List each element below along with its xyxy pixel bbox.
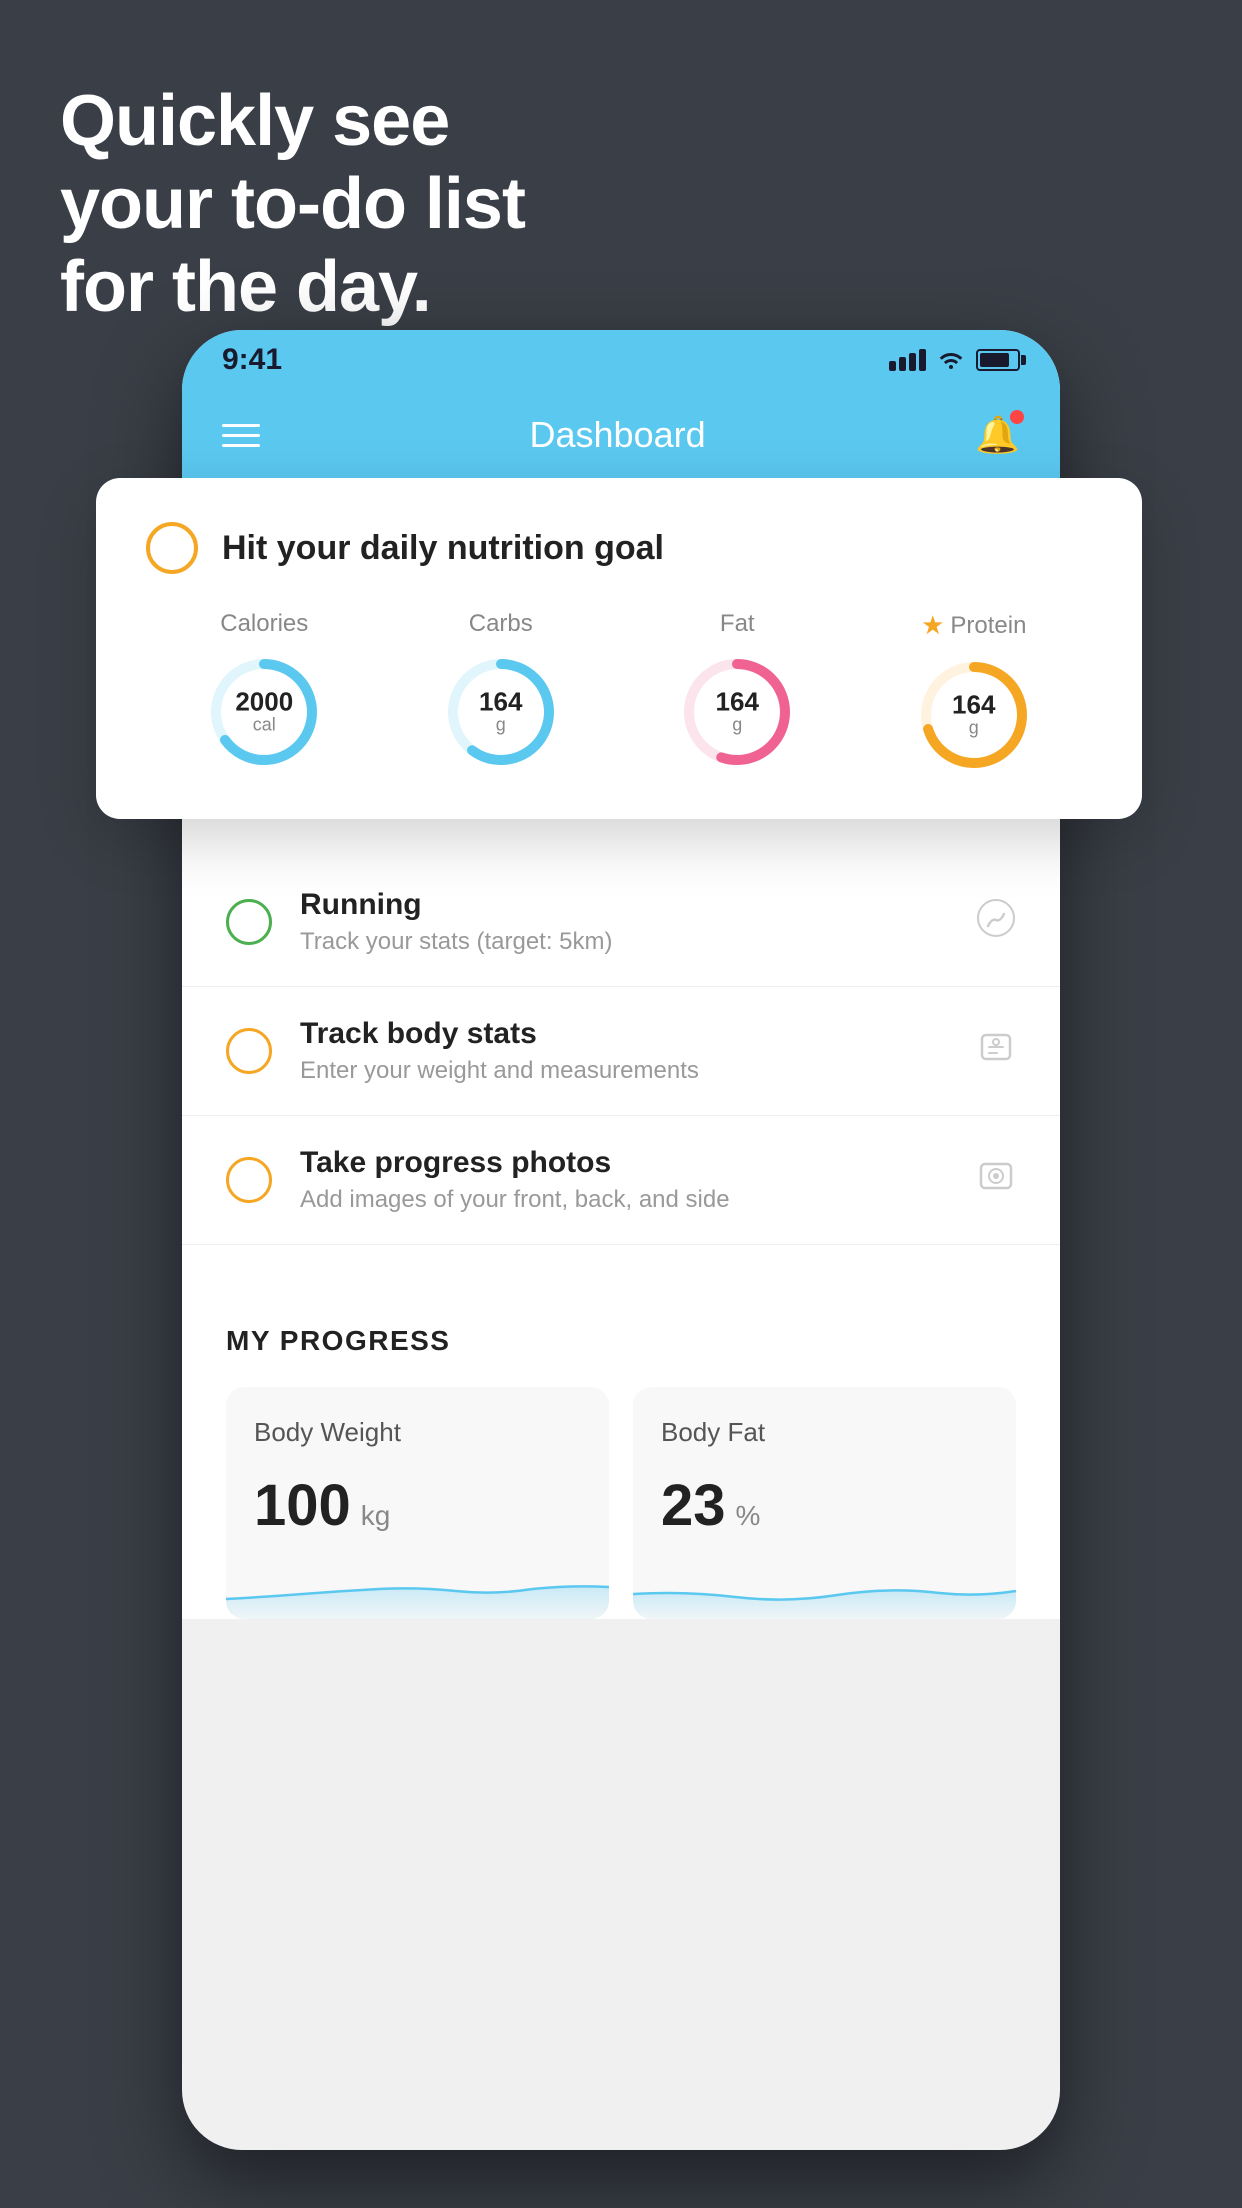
protein-label-row: ★ Protein — [921, 610, 1026, 641]
todo-title-running: Running — [300, 888, 976, 922]
body-weight-number: 100 — [254, 1472, 351, 1539]
calories-label: Calories — [220, 610, 308, 638]
calories-value-center: 2000 cal — [235, 689, 293, 736]
hamburger-menu[interactable] — [222, 424, 260, 447]
my-progress-section: MY PROGRESS Body Weight 100 kg — [182, 1285, 1060, 1619]
body-weight-value-row: 100 kg — [254, 1472, 581, 1539]
protein-value-center: 164 g — [952, 692, 995, 739]
protein-donut: 164 g — [914, 655, 1034, 775]
body-weight-card[interactable]: Body Weight 100 kg — [226, 1387, 609, 1619]
nutrition-row: Calories 2000 cal Carbs — [146, 610, 1092, 775]
todo-title-photos: Take progress photos — [300, 1146, 976, 1180]
carbs-value-center: 164 g — [479, 689, 522, 736]
todo-text-running: Running Track your stats (target: 5km) — [300, 888, 976, 956]
todo-text-body-stats: Track body stats Enter your weight and m… — [300, 1017, 976, 1085]
todo-check-body-stats — [226, 1028, 272, 1074]
status-bar: 9:41 — [182, 330, 1060, 390]
headline-line1: Quickly see — [60, 81, 449, 161]
carbs-label: Carbs — [469, 610, 533, 638]
todo-subtitle-photos: Add images of your front, back, and side — [300, 1186, 976, 1214]
headline-line2: your to-do list — [60, 164, 525, 244]
notification-bell[interactable]: 🔔 — [975, 414, 1020, 456]
app-headline: Quickly see your to-do list for the day. — [60, 80, 525, 328]
fat-donut: 164 g — [677, 652, 797, 772]
todo-check-photos — [226, 1157, 272, 1203]
body-fat-unit: % — [736, 1500, 761, 1532]
nav-bar: Dashboard 🔔 — [182, 390, 1060, 480]
nutrition-card-title: Hit your daily nutrition goal — [222, 529, 664, 568]
nutrition-card-header: Hit your daily nutrition goal — [146, 522, 1092, 574]
status-icons — [889, 345, 1020, 376]
body-fat-value-row: 23 % — [661, 1472, 988, 1539]
todo-check-running — [226, 899, 272, 945]
protein-item: ★ Protein 164 g — [914, 610, 1034, 775]
headline-line3: for the day. — [60, 247, 431, 327]
protein-label: Protein — [950, 612, 1026, 640]
photo-icon — [976, 1156, 1016, 1205]
wifi-icon — [936, 345, 966, 376]
todo-list: Running Track your stats (target: 5km) T… — [182, 858, 1060, 1245]
body-fat-sparkline — [633, 1559, 1016, 1619]
body-weight-label: Body Weight — [254, 1417, 581, 1448]
body-weight-sparkline — [226, 1559, 609, 1619]
calories-item: Calories 2000 cal — [204, 610, 324, 772]
status-time: 9:41 — [222, 343, 282, 377]
todo-subtitle-body-stats: Enter your weight and measurements — [300, 1057, 976, 1085]
body-fat-number: 23 — [661, 1472, 726, 1539]
battery-icon — [976, 349, 1020, 371]
fat-item: Fat 164 g — [677, 610, 797, 772]
todo-text-photos: Take progress photos Add images of your … — [300, 1146, 976, 1214]
star-icon: ★ — [921, 610, 944, 641]
body-fat-label: Body Fat — [661, 1417, 988, 1448]
body-fat-card[interactable]: Body Fat 23 % — [633, 1387, 1016, 1619]
calories-donut: 2000 cal — [204, 652, 324, 772]
todo-item-photos[interactable]: Take progress photos Add images of your … — [182, 1116, 1060, 1245]
fat-value-center: 164 g — [716, 689, 759, 736]
progress-cards: Body Weight 100 kg — [226, 1387, 1016, 1619]
todo-subtitle-running: Track your stats (target: 5km) — [300, 928, 976, 956]
nutrition-card: Hit your daily nutrition goal Calories 2… — [96, 478, 1142, 819]
carbs-item: Carbs 164 g — [441, 610, 561, 772]
nav-title: Dashboard — [530, 414, 706, 456]
todo-title-body-stats: Track body stats — [300, 1017, 976, 1051]
scale-icon — [976, 1027, 1016, 1076]
carbs-donut: 164 g — [441, 652, 561, 772]
progress-title: MY PROGRESS — [226, 1325, 1016, 1357]
body-weight-unit: kg — [361, 1500, 391, 1532]
fat-label: Fat — [720, 610, 755, 638]
todo-item-running[interactable]: Running Track your stats (target: 5km) — [182, 858, 1060, 987]
todo-item-body-stats[interactable]: Track body stats Enter your weight and m… — [182, 987, 1060, 1116]
notification-dot — [1010, 410, 1024, 424]
nutrition-check-circle — [146, 522, 198, 574]
running-icon — [976, 898, 1016, 947]
signal-icon — [889, 349, 926, 371]
